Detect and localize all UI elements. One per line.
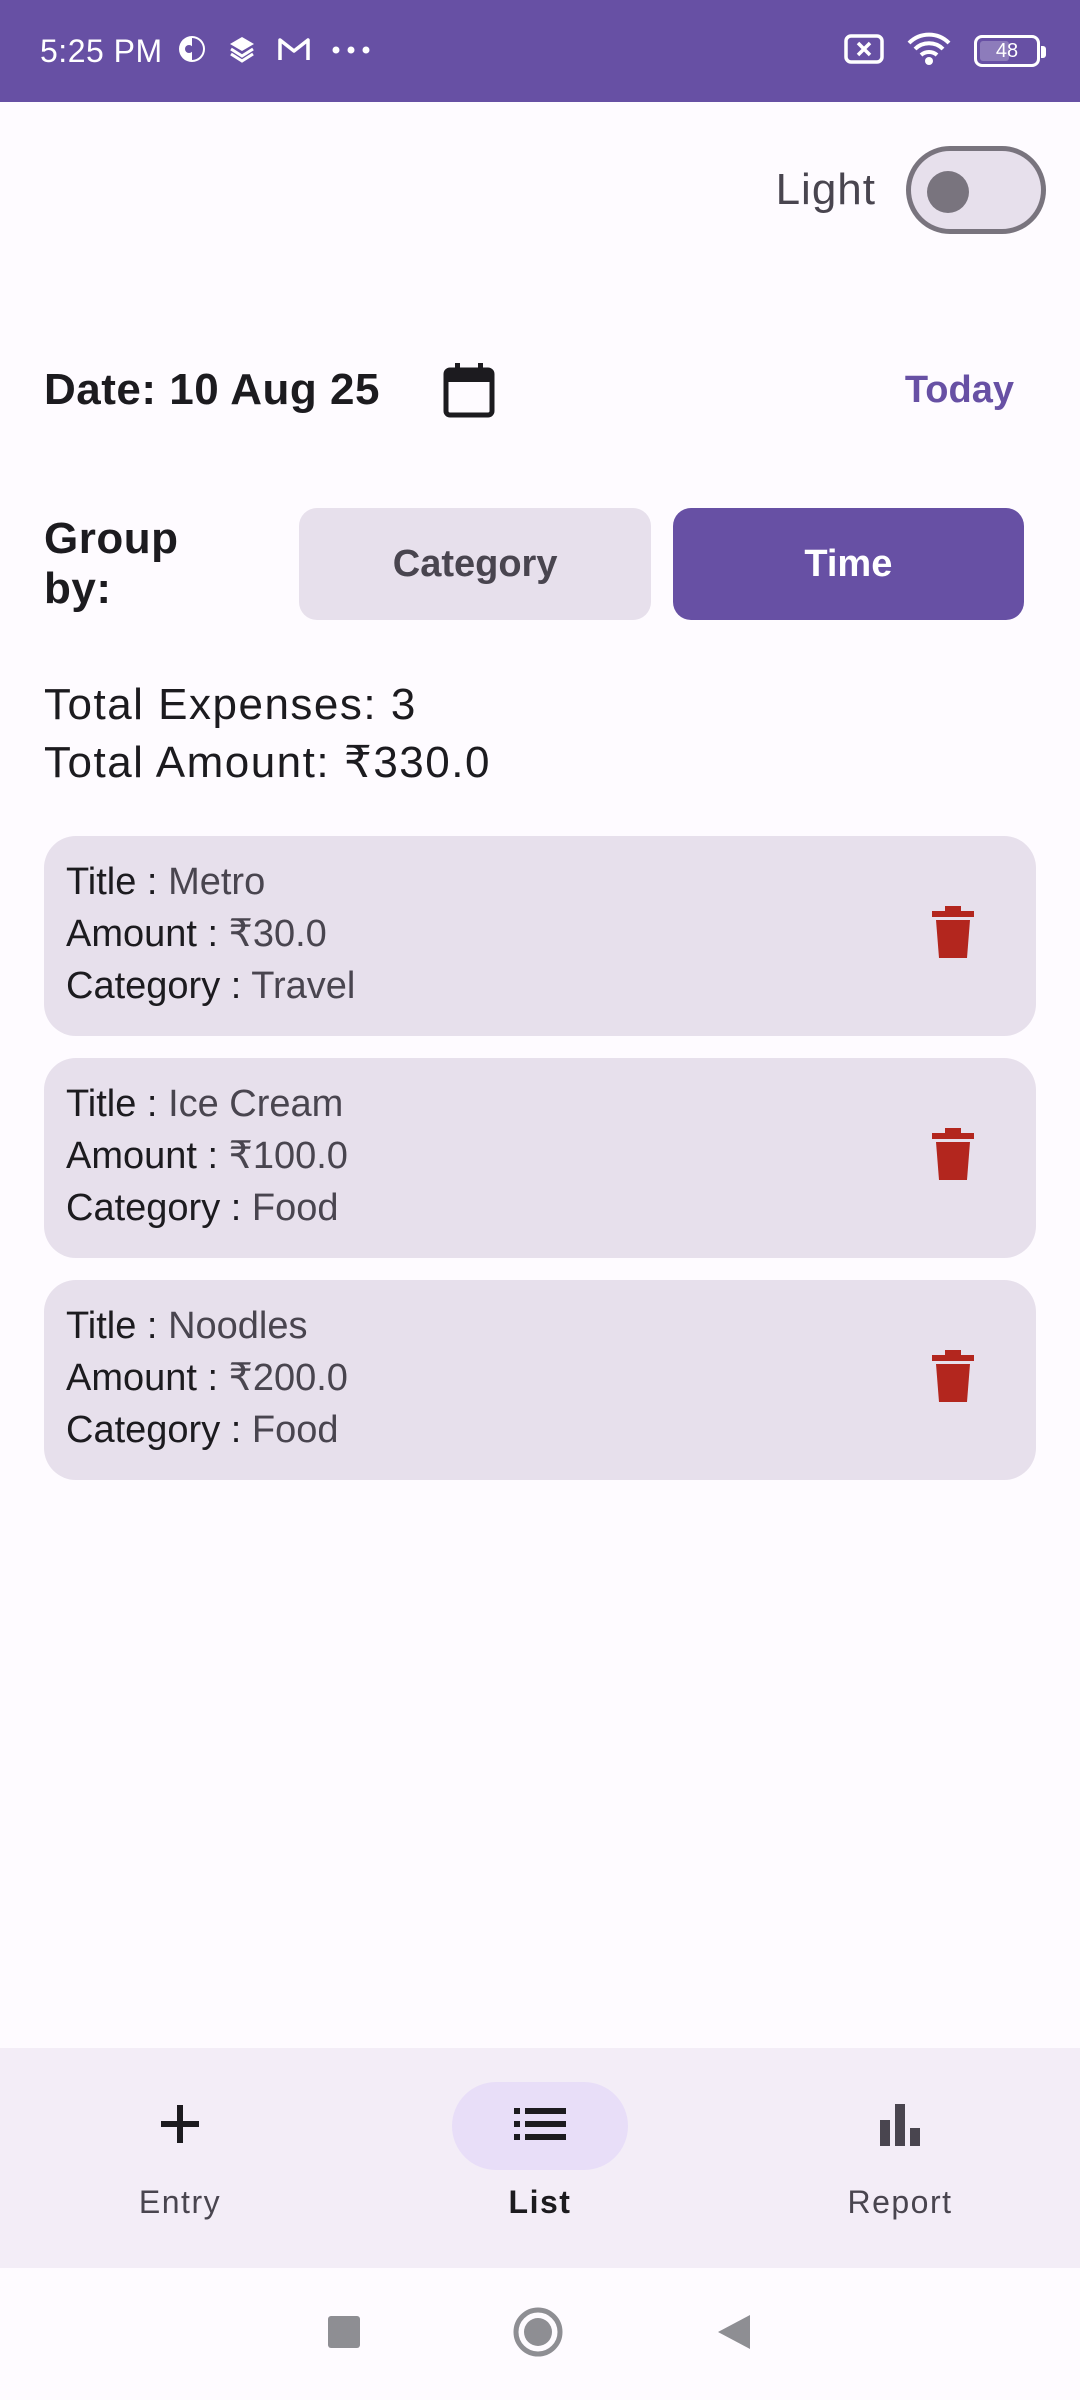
- today-button[interactable]: Today: [905, 369, 1014, 412]
- calendar-icon[interactable]: [442, 360, 498, 420]
- title-label: Title :: [66, 1305, 169, 1347]
- group-by-label: Group by:: [44, 514, 179, 613]
- plus-icon: [159, 2103, 201, 2150]
- expense-category-line: Category : Food: [66, 1404, 1014, 1456]
- gmail-icon: [277, 35, 311, 68]
- nav-item-report[interactable]: Report: [720, 2048, 1080, 2268]
- expense-category: Food: [251, 1187, 339, 1229]
- title-label: Title :: [66, 1083, 169, 1125]
- home-icon[interactable]: [512, 2306, 564, 2363]
- expense-amount-line: Amount : ₹200.0: [66, 1352, 1014, 1404]
- expense-title: Ice Cream: [168, 1083, 344, 1125]
- expense-amount: ₹100.0: [228, 1135, 348, 1177]
- totals-summary: Total Expenses: 3 Total Amount: ₹330.0: [44, 676, 491, 792]
- nav-indicator: [812, 2082, 988, 2170]
- expense-title-line: Title : Metro: [66, 856, 1014, 908]
- expense-list: Title : Metro Amount : ₹30.0 Category : …: [44, 836, 1036, 1502]
- date-row: Date: 10 Aug 25 Today: [44, 350, 1036, 430]
- amount-label: Amount :: [66, 1135, 229, 1177]
- battery-icon: 48: [974, 35, 1046, 67]
- category-label: Category :: [66, 1187, 252, 1229]
- battery-level: 48: [995, 39, 1019, 62]
- theme-toggle-row: Light: [776, 146, 1046, 234]
- nav-label-list: List: [508, 2184, 572, 2220]
- total-expenses: Total Expenses: 3: [44, 680, 417, 729]
- layers-icon: [227, 34, 257, 69]
- vpn-icon: [177, 34, 207, 69]
- theme-switch[interactable]: [906, 146, 1046, 234]
- delete-icon[interactable]: [932, 1350, 974, 1402]
- expense-title-line: Title : Ice Cream: [66, 1078, 1014, 1130]
- title-label: Title :: [66, 861, 169, 903]
- category-label: Category :: [66, 965, 252, 1007]
- expense-category: Food: [251, 1409, 339, 1451]
- expense-amount-line: Amount : ₹30.0: [66, 908, 1014, 960]
- recents-icon[interactable]: [326, 2314, 362, 2355]
- amount-label: Amount :: [66, 913, 229, 955]
- expense-amount-line: Amount : ₹100.0: [66, 1130, 1014, 1182]
- expense-title: Metro: [168, 861, 266, 903]
- expense-card: Title : Noodles Amount : ₹200.0 Category…: [44, 1280, 1036, 1480]
- nav-indicator: [452, 2082, 628, 2170]
- nav-indicator: [92, 2082, 268, 2170]
- nav-item-list[interactable]: List: [360, 2048, 720, 2268]
- expense-title: Noodles: [168, 1305, 308, 1347]
- group-by-row: Group by: Category Time: [44, 508, 1024, 620]
- expense-card: Title : Metro Amount : ₹30.0 Category : …: [44, 836, 1036, 1036]
- theme-label: Light: [775, 165, 876, 214]
- bar-chart-icon: [878, 2102, 922, 2151]
- expense-category-line: Category : Food: [66, 1182, 1014, 1234]
- no-sim-icon: [844, 33, 884, 70]
- wifi-icon: [906, 32, 952, 71]
- amount-label: Amount :: [66, 1357, 229, 1399]
- date-text: Date: 10 Aug 25: [44, 365, 380, 414]
- back-icon[interactable]: [714, 2312, 754, 2357]
- expense-amount: ₹30.0: [228, 913, 327, 955]
- nav-label-report: Report: [847, 2184, 953, 2220]
- group-by-category-button[interactable]: Category: [299, 508, 651, 620]
- nav-label-entry: Entry: [138, 2184, 222, 2220]
- bottom-navigation: Entry List Report: [0, 2048, 1080, 2268]
- expense-category-line: Category : Travel: [66, 960, 1014, 1012]
- expense-card: Title : Ice Cream Amount : ₹100.0 Catego…: [44, 1058, 1036, 1258]
- more-dots-icon: [331, 42, 371, 60]
- switch-knob: [927, 171, 969, 213]
- total-amount: Total Amount: ₹330.0: [44, 738, 491, 787]
- expense-title-line: Title : Noodles: [66, 1300, 1014, 1352]
- group-by-time-button[interactable]: Time: [672, 508, 1024, 620]
- status-time: 5:25 PM: [40, 32, 163, 69]
- nav-item-entry[interactable]: Entry: [0, 2048, 360, 2268]
- expense-category: Travel: [251, 965, 356, 1007]
- list-icon: [514, 2106, 566, 2147]
- category-label: Category :: [66, 1409, 252, 1451]
- delete-icon[interactable]: [932, 1128, 974, 1180]
- delete-icon[interactable]: [932, 906, 974, 958]
- system-navigation-bar: [0, 2268, 1080, 2400]
- status-bar: 5:25 PM 48: [0, 0, 1080, 102]
- expense-amount: ₹200.0: [228, 1357, 348, 1399]
